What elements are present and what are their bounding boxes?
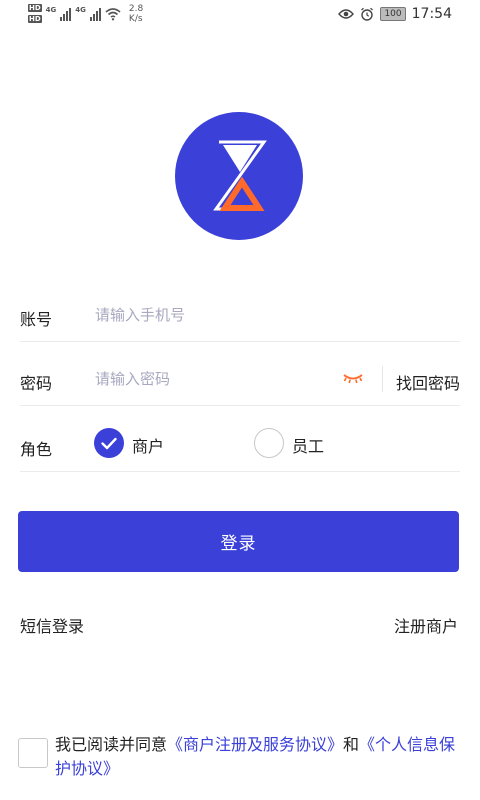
status-bar-left: HD HD 4G 4G 2.8 K/s xyxy=(28,4,143,24)
agreement-conjunction: 和 xyxy=(343,735,360,754)
eye-closed-icon[interactable] xyxy=(342,372,364,386)
register-merchant-link[interactable]: 注册商户 xyxy=(394,613,458,637)
agreement-checkbox[interactable] xyxy=(18,738,48,768)
network-type-label: 4G xyxy=(45,6,57,14)
signal-icon xyxy=(60,7,72,21)
sms-login-link[interactable]: 短信登录 xyxy=(20,613,84,637)
status-bar: HD HD 4G 4G 2.8 K/s 100 17:54 xyxy=(0,0,480,30)
account-label: 账号 xyxy=(20,310,53,329)
hd-badge: HD xyxy=(28,4,42,12)
wifi-icon xyxy=(105,8,121,21)
agreement-prefix: 我已阅读并同意 xyxy=(55,735,168,754)
signal-icon xyxy=(89,7,101,21)
role-row: 角色 商户 员工 xyxy=(20,406,460,472)
account-row: 账号 xyxy=(20,290,460,342)
service-agreement-link[interactable]: 《商户注册及服务协议》 xyxy=(167,735,343,754)
merchant-radio-label[interactable]: 商户 xyxy=(132,433,164,457)
network-speed: 2.8 K/s xyxy=(128,4,144,24)
alarm-icon xyxy=(361,7,374,21)
password-input[interactable] xyxy=(95,370,335,388)
battery-icon: 100 xyxy=(380,7,406,21)
password-label: 密码 xyxy=(20,374,53,393)
checkmark-icon xyxy=(101,437,117,450)
vertical-divider xyxy=(382,366,383,392)
eye-comfort-icon xyxy=(338,9,355,19)
staff-radio-label[interactable]: 员工 xyxy=(292,433,324,457)
network-type-label: 4G xyxy=(75,6,86,14)
forgot-password-link[interactable]: 找回密码 xyxy=(396,370,460,394)
password-row: 密码 找回密码 xyxy=(20,342,460,406)
app-logo xyxy=(175,112,303,240)
merchant-radio[interactable] xyxy=(94,428,124,458)
hourglass-logo-icon xyxy=(213,140,267,211)
hd-badge: HD xyxy=(28,15,42,23)
status-bar-right: 100 17:54 xyxy=(338,6,452,22)
login-button[interactable]: 登录 xyxy=(18,511,459,572)
role-label: 角色 xyxy=(20,440,53,459)
clock: 17:54 xyxy=(411,6,452,22)
phone-input[interactable] xyxy=(95,306,335,324)
agreement-text: 我已阅读并同意《商户注册及服务协议》和《个人信息保护协议》 xyxy=(55,733,465,781)
staff-radio[interactable] xyxy=(254,428,284,458)
